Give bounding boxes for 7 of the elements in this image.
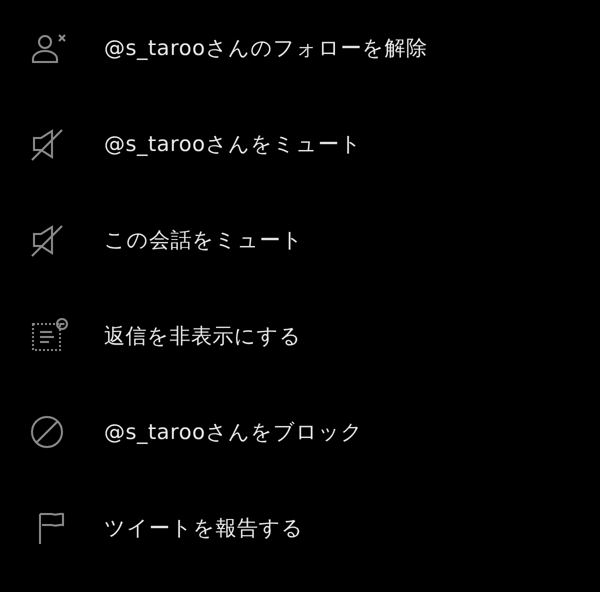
- hidden-replies-icon: [30, 318, 70, 354]
- menu-item[interactable]: 返信を非表示にする: [104, 322, 302, 350]
- menu-item[interactable]: @s_tarooさんのフォローを解除: [104, 34, 428, 62]
- menu-item[interactable]: ツイートを報告する: [104, 514, 304, 542]
- menu-item[interactable]: @s_tarooさんをミュート: [104, 130, 362, 158]
- menu-item[interactable]: @s_tarooさんをブロック: [104, 418, 363, 446]
- menu-item[interactable]: この会話をミュート: [104, 226, 304, 254]
